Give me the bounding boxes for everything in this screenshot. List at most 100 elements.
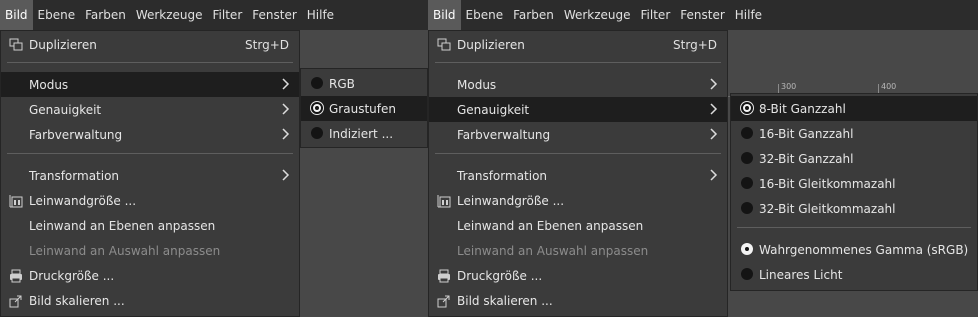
menubar-item-filter[interactable]: Filter [636, 0, 676, 30]
submenu-item-label: 16-Bit Ganzzahl [759, 126, 854, 141]
radio-icon [741, 202, 753, 214]
submenu-item-label: Graustufen [329, 101, 396, 116]
menu-item-label: Leinwandgröße ... [457, 193, 565, 208]
menubar-item-farben[interactable]: Farben [508, 0, 559, 30]
radio-icon [741, 152, 753, 164]
radio-checked-icon [741, 102, 753, 114]
submenu-item-label: 8-Bit Ganzzahl [759, 101, 846, 116]
duplicate-icon [437, 38, 451, 52]
menu-item-print-size[interactable]: Druckgröße ... [429, 263, 727, 288]
menu-item-label: Leinwand an Ebenen anpassen [457, 218, 644, 233]
menubar-item-ebene[interactable]: Ebene [461, 0, 509, 30]
precision-submenu: 8-Bit Ganzzahl 16-Bit Ganzzahl 32-Bit Ga… [730, 93, 978, 291]
submenu-item-indexed[interactable]: Indiziert ... [301, 121, 427, 146]
menu-item-canvas-size[interactable]: Leinwandgröße ... [1, 188, 299, 213]
menu-item-scale-image[interactable]: Bild skalieren ... [429, 288, 727, 313]
submenu-item-32bit-float[interactable]: 32-Bit Gleitkommazahl [731, 196, 977, 221]
menu-item-label: Modus [457, 77, 497, 92]
right-screenshot-panel: 300 400 Bild Ebene Farben Werkzeuge Filt… [428, 0, 978, 317]
menu-item-color-management[interactable]: Farbverwaltung [1, 122, 299, 147]
menu-item-label: Farbverwaltung [29, 127, 123, 142]
radio-icon [311, 127, 323, 139]
menu-item-label: Leinwand an Auswahl anpassen [29, 243, 221, 258]
submenu-item-16bit-integer[interactable]: 16-Bit Ganzzahl [731, 121, 977, 146]
menubar-item-filter[interactable]: Filter [208, 0, 248, 30]
menu-item-precision[interactable]: Genauigkeit [1, 97, 299, 122]
menu-item-label: Duplizieren [457, 37, 525, 52]
printer-icon [9, 269, 23, 283]
menu-item-fit-canvas-selection: Leinwand an Auswahl anpassen [429, 238, 727, 263]
submenu-item-label: 32-Bit Gleitkommazahl [759, 201, 896, 216]
menu-item-duplicate[interactable]: Duplizieren Strg+D [429, 32, 727, 57]
menu-item-fit-canvas-layers[interactable]: Leinwand an Ebenen anpassen [429, 213, 727, 238]
submenu-item-rgb[interactable]: RGB [301, 71, 427, 96]
menu-item-mode[interactable]: Modus [429, 72, 727, 97]
canvas-size-icon [9, 194, 23, 208]
menu-item-scale-image[interactable]: Bild skalieren ... [1, 288, 299, 313]
printer-icon [437, 269, 451, 283]
menubar-item-werkzeuge[interactable]: Werkzeuge [131, 0, 208, 30]
submenu-item-8bit-integer[interactable]: 8-Bit Ganzzahl [731, 96, 977, 121]
menu-separator [7, 62, 293, 63]
submenu-item-perceptual-gamma[interactable]: Wahrgenommenes Gamma (sRGB) [731, 237, 977, 262]
menubar: Bild Ebene Farben Werkzeuge Filter Fenst… [428, 0, 978, 30]
radio-icon [741, 268, 753, 280]
menu-item-label: Leinwand an Ebenen anpassen [29, 218, 216, 233]
menubar-item-bild[interactable]: Bild [428, 0, 461, 30]
submenu-item-linear-light[interactable]: Lineares Licht [731, 262, 977, 287]
menu-item-transform[interactable]: Transformation [1, 163, 299, 188]
menu-item-label: Duplizieren [29, 37, 97, 52]
menu-item-label: Bild skalieren ... [457, 293, 553, 308]
menu-separator [7, 153, 293, 154]
menubar-item-bild[interactable]: Bild [0, 0, 33, 30]
menu-item-duplicate[interactable]: Duplizieren Strg+D [1, 32, 299, 57]
menubar-item-fenster[interactable]: Fenster [675, 0, 730, 30]
menubar: Bild Ebene Farben Werkzeuge Filter Fenst… [0, 0, 428, 30]
menu-item-print-size[interactable]: Druckgröße ... [1, 263, 299, 288]
chevron-right-icon [281, 127, 291, 141]
submenu-item-label: Lineares Licht [759, 267, 843, 282]
menu-item-label: Leinwandgröße ... [29, 193, 137, 208]
menu-item-fit-canvas-selection: Leinwand an Auswahl anpassen [1, 238, 299, 263]
image-menu: Duplizieren Strg+D Modus Genauigkeit Far… [0, 30, 300, 317]
ruler-label: 300 [781, 82, 797, 91]
chevron-right-icon [709, 77, 719, 91]
submenu-item-grayscale[interactable]: Graustufen [301, 96, 427, 121]
submenu-item-label: RGB [329, 76, 355, 91]
ruler-label: 400 [881, 82, 897, 91]
menu-item-mode[interactable]: Modus [1, 72, 299, 97]
menu-item-shortcut: Strg+D [245, 37, 289, 52]
submenu-item-16bit-float[interactable]: 16-Bit Gleitkommazahl [731, 171, 977, 196]
left-screenshot-panel: Bild Ebene Farben Werkzeuge Filter Fenst… [0, 0, 428, 317]
submenu-item-label: 16-Bit Gleitkommazahl [759, 176, 896, 191]
menu-item-canvas-size[interactable]: Leinwandgröße ... [429, 188, 727, 213]
radio-checked-icon [741, 243, 753, 255]
menu-item-label: Leinwand an Auswahl anpassen [457, 243, 649, 258]
menubar-item-hilfe[interactable]: Hilfe [730, 0, 767, 30]
menubar-item-fenster[interactable]: Fenster [247, 0, 302, 30]
menu-item-precision[interactable]: Genauigkeit [429, 97, 727, 122]
menu-item-label: Transformation [457, 168, 548, 183]
menu-item-shortcut: Strg+D [673, 37, 717, 52]
chevron-right-icon [709, 102, 719, 116]
menubar-item-ebene[interactable]: Ebene [33, 0, 81, 30]
menubar-item-werkzeuge[interactable]: Werkzeuge [559, 0, 636, 30]
menubar-item-hilfe[interactable]: Hilfe [302, 0, 339, 30]
menu-item-transform[interactable]: Transformation [429, 163, 727, 188]
menu-item-label: Farbverwaltung [457, 127, 551, 142]
menubar-item-farben[interactable]: Farben [80, 0, 131, 30]
menu-item-color-management[interactable]: Farbverwaltung [429, 122, 727, 147]
menu-item-fit-canvas-layers[interactable]: Leinwand an Ebenen anpassen [1, 213, 299, 238]
menu-item-label: Druckgröße ... [29, 268, 115, 283]
scale-image-icon [437, 294, 451, 308]
menu-item-label: Genauigkeit [457, 102, 530, 117]
radio-icon [741, 127, 753, 139]
radio-checked-icon [311, 102, 323, 114]
submenu-item-label: 32-Bit Ganzzahl [759, 151, 854, 166]
radio-icon [311, 77, 323, 89]
submenu-item-32bit-integer[interactable]: 32-Bit Ganzzahl [731, 146, 977, 171]
radio-icon [741, 177, 753, 189]
duplicate-icon [9, 38, 23, 52]
scale-image-icon [9, 294, 23, 308]
submenu-item-label: Indiziert ... [329, 126, 394, 141]
